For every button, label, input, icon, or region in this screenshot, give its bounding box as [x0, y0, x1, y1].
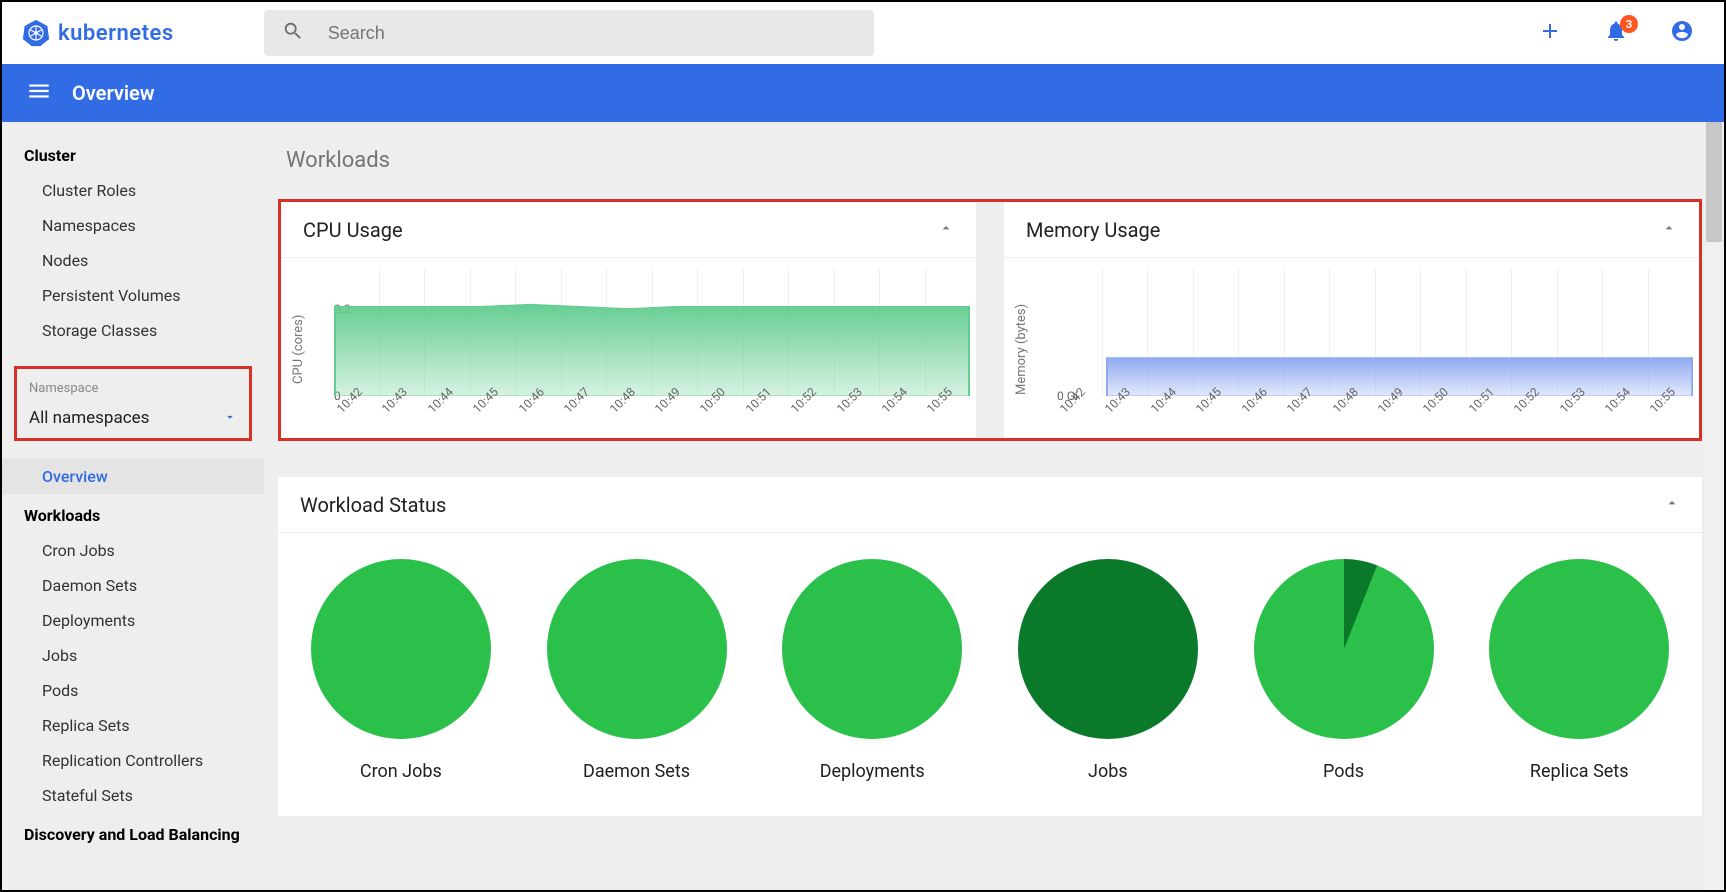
- chevron-down-icon: [223, 409, 237, 428]
- status-cron-jobs[interactable]: Cron Jobs: [288, 559, 514, 782]
- donut-chart: [311, 559, 491, 739]
- sidebar-item-jobs[interactable]: Jobs: [2, 638, 264, 673]
- donut-label: Daemon Sets: [583, 761, 690, 782]
- sidebar-item-cron-jobs[interactable]: Cron Jobs: [2, 533, 264, 568]
- nav-heading-dlb[interactable]: Discovery and Load Balancing: [2, 813, 264, 852]
- workload-status-card: Workload Status Cron Jobs Daemon Sets Depl…: [278, 477, 1702, 816]
- donut-label: Jobs: [1088, 761, 1128, 782]
- create-button[interactable]: [1538, 19, 1562, 47]
- sidebar-item-pods[interactable]: Pods: [2, 673, 264, 708]
- donut-label: Deployments: [820, 761, 925, 782]
- notification-badge: 3: [1620, 15, 1638, 33]
- donut-label: Pods: [1323, 761, 1364, 782]
- account-button[interactable]: [1670, 19, 1694, 47]
- sidebar: Cluster Cluster RolesNamespacesNodesPers…: [2, 122, 264, 890]
- sidebar-item-daemon-sets[interactable]: Daemon Sets: [2, 568, 264, 603]
- search-icon: [282, 20, 304, 46]
- namespace-selector[interactable]: Namespace All namespaces: [14, 366, 252, 441]
- action-bar: Overview: [2, 64, 1724, 122]
- sidebar-item-deployments[interactable]: Deployments: [2, 603, 264, 638]
- sidebar-item-replica-sets[interactable]: Replica Sets: [2, 708, 264, 743]
- status-card-title: Workload Status: [300, 493, 446, 517]
- nav-heading-cluster[interactable]: Cluster: [2, 134, 264, 173]
- collapse-button[interactable]: [938, 220, 954, 240]
- brand-text: kubernetes: [58, 21, 174, 46]
- donut-chart: [1489, 559, 1669, 739]
- mem-y-axis-label: Memory (bytes): [1012, 268, 1031, 430]
- mem-plot: 0 Gi 10:4210:4310:4410:4510:4610:4710:48…: [1031, 268, 1693, 430]
- donut-chart: [782, 559, 962, 739]
- search-box[interactable]: [264, 10, 874, 56]
- cpu-card-title: CPU Usage: [303, 218, 403, 242]
- nav-heading-workloads[interactable]: Workloads: [2, 494, 264, 533]
- memory-usage-card: Memory Usage Memory (bytes) 0 Gi 10:4210…: [1004, 202, 1699, 438]
- sidebar-item-replication-controllers[interactable]: Replication Controllers: [2, 743, 264, 778]
- collapse-button[interactable]: [1664, 495, 1680, 515]
- sidebar-item-persistent-volumes[interactable]: Persistent Volumes: [2, 278, 264, 313]
- kubernetes-logo-icon: [22, 19, 50, 47]
- sidebar-item-namespaces[interactable]: Namespaces: [2, 208, 264, 243]
- sidebar-item-cluster-roles[interactable]: Cluster Roles: [2, 173, 264, 208]
- cpu-usage-card: CPU Usage CPU (cores) 0.2 0 10: [281, 202, 976, 438]
- namespace-value: All namespaces: [29, 408, 149, 428]
- sidebar-item-nodes[interactable]: Nodes: [2, 243, 264, 278]
- donut-label: Replica Sets: [1530, 761, 1629, 782]
- scrollbar-thumb[interactable]: [1706, 122, 1722, 242]
- search-input[interactable]: [328, 23, 856, 44]
- brand[interactable]: kubernetes: [22, 19, 174, 47]
- page-title: Overview: [72, 81, 155, 105]
- donut-chart: [547, 559, 727, 739]
- sidebar-item-storage-classes[interactable]: Storage Classes: [2, 313, 264, 348]
- donut-chart: [1254, 559, 1434, 739]
- notifications-button[interactable]: 3: [1604, 19, 1628, 47]
- donut-chart: [1018, 559, 1198, 739]
- status-jobs[interactable]: Jobs: [995, 559, 1221, 782]
- section-heading-workloads: Workloads: [278, 144, 1702, 199]
- top-header: kubernetes 3: [2, 2, 1724, 64]
- collapse-button[interactable]: [1661, 220, 1677, 240]
- cpu-y-axis-label: CPU (cores): [289, 268, 308, 430]
- donut-label: Cron Jobs: [360, 761, 442, 782]
- status-deployments[interactable]: Deployments: [759, 559, 985, 782]
- status-pods[interactable]: Pods: [1231, 559, 1457, 782]
- status-replica-sets[interactable]: Replica Sets: [1466, 559, 1692, 782]
- usage-charts-row: CPU Usage CPU (cores) 0.2 0 10: [278, 199, 1702, 441]
- status-daemon-sets[interactable]: Daemon Sets: [524, 559, 750, 782]
- menu-toggle-button[interactable]: [26, 78, 52, 108]
- header-actions: 3: [1538, 19, 1704, 47]
- sidebar-item-stateful-sets[interactable]: Stateful Sets: [2, 778, 264, 813]
- namespace-label: Namespace: [29, 381, 237, 396]
- main-content: Workloads CPU Usage CPU (cores) 0.2 0: [264, 122, 1724, 890]
- mem-card-title: Memory Usage: [1026, 218, 1160, 242]
- sidebar-item-overview[interactable]: Overview: [2, 459, 264, 494]
- cpu-plot: 0.2 0 10:4210:4310:4410:4510:4610:4710:4…: [308, 268, 970, 430]
